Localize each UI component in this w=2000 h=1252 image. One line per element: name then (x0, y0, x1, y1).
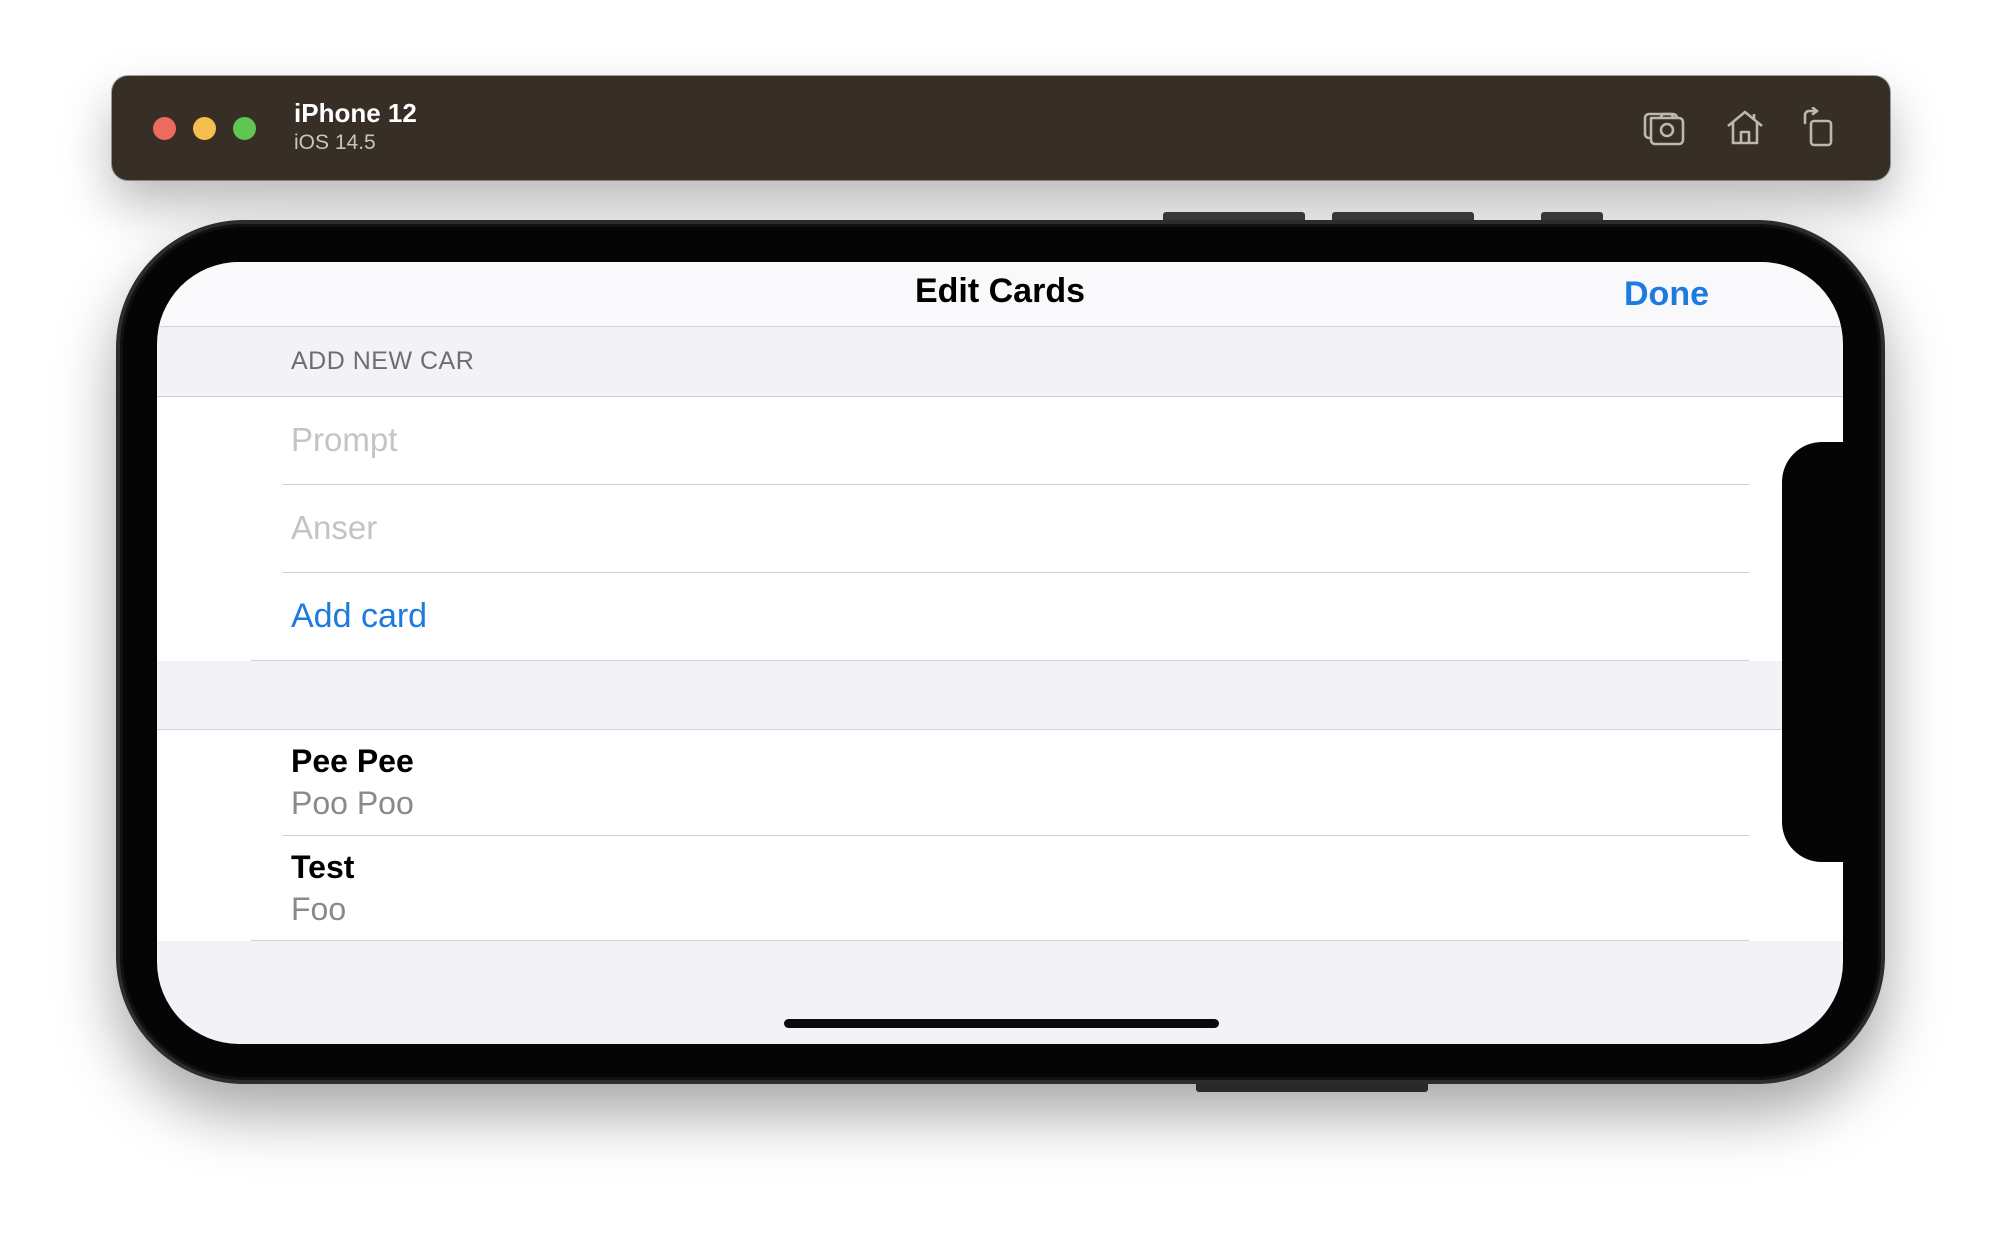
screenshot-icon[interactable] (1642, 104, 1688, 150)
card-prompt: Pee Pee (291, 743, 414, 779)
row-separator (251, 660, 1749, 661)
add-card-button[interactable]: Add card (291, 597, 427, 636)
home-indicator[interactable] (784, 1019, 1219, 1028)
done-button[interactable]: Done (1624, 275, 1709, 314)
card-answer: Poo Poo (291, 785, 414, 821)
list-item[interactable]: Pee Pee Poo Poo (157, 730, 1843, 836)
add-card-form: Add card (157, 396, 1843, 661)
row-separator (251, 940, 1749, 941)
zoom-window-button[interactable] (233, 117, 256, 140)
minimize-window-button[interactable] (193, 117, 216, 140)
device-name: iPhone 12 (294, 98, 417, 128)
app-screen: Edit Cards Done ADD NEW CAR Add card Pee… (157, 262, 1843, 1044)
prompt-field[interactable] (282, 410, 1682, 470)
page-title: Edit Cards (914, 272, 1086, 310)
section-header-add-new: ADD NEW CAR (291, 347, 475, 375)
card-answer: Foo (291, 891, 347, 927)
cards-list: Pee Pee Poo Poo Test Foo (157, 729, 1843, 941)
navigation-bar: Edit Cards Done (157, 262, 1843, 327)
close-window-button[interactable] (153, 117, 176, 140)
row-separator (282, 484, 1749, 485)
os-version: iOS 14.5 (294, 131, 376, 154)
row-separator (282, 572, 1749, 573)
simulator-titlebar: iPhone 12 iOS 14.5 (112, 76, 1890, 180)
rotate-icon[interactable] (1796, 104, 1842, 150)
sensor-notch (1782, 442, 1862, 862)
home-icon[interactable] (1722, 104, 1768, 150)
card-prompt: Test (291, 849, 355, 885)
answer-field[interactable] (282, 498, 1682, 558)
list-item[interactable]: Test Foo (157, 836, 1843, 942)
